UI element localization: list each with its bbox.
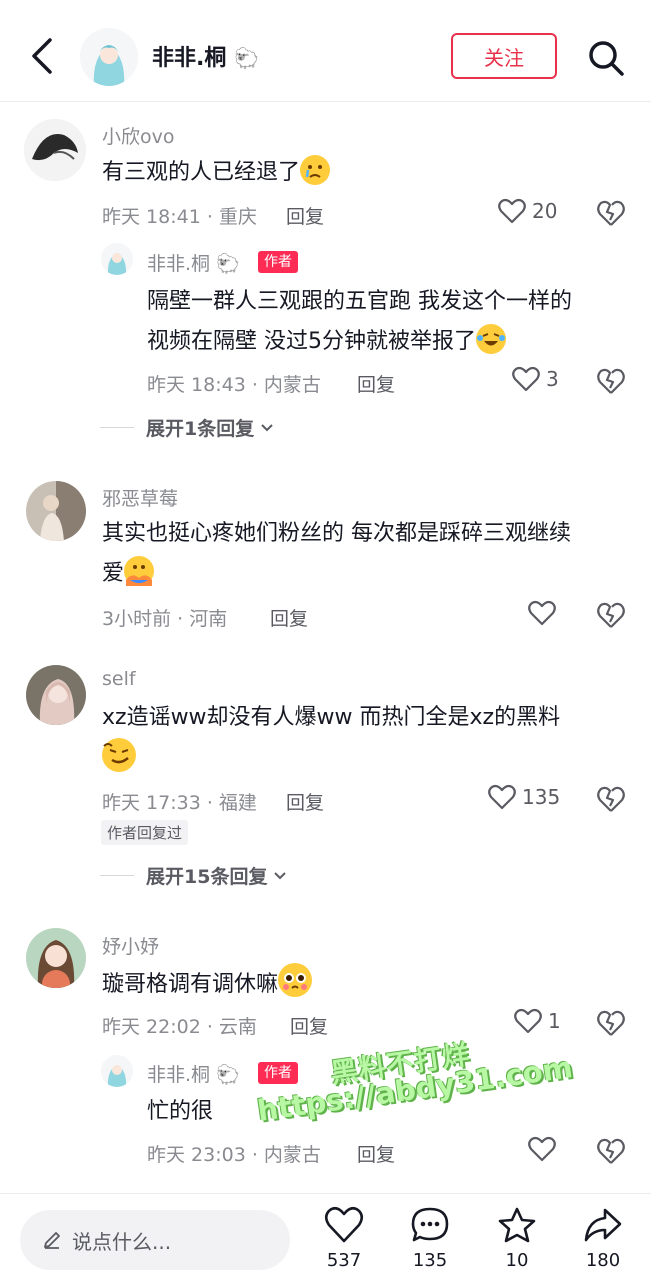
comment-item: 邪恶草莓 其实也挺心疼她们粉丝的 每次都是踩碎三观继续 爱 3小时前 · 河南 … [0, 468, 651, 648]
dislike-icon[interactable] [596, 600, 626, 630]
comment-item: 妤小妤 璇哥格调有调休嘛 昨天 22:02 · 云南 回复 1 非非.桐 🐑 作… [0, 916, 651, 1186]
bottom-action-bar: 说点什么... 537 135 10 180 [0, 1193, 651, 1280]
comment-username[interactable]: 小欣ovo [102, 122, 175, 149]
comment-username[interactable]: self [102, 668, 136, 690]
author-tag: 作者 [258, 1062, 298, 1084]
like-button[interactable] [528, 600, 562, 626]
laughing-crying-face-icon [476, 324, 506, 354]
comment-text: xz造谣ww却没有人爆ww 而热门全是xz的黑料 [102, 698, 560, 780]
author-tag: 作者 [258, 251, 298, 273]
back-arrow-icon[interactable] [26, 36, 60, 76]
favorite-count: 10 [505, 1250, 529, 1271]
commenter-avatar[interactable] [26, 928, 86, 988]
dislike-icon[interactable] [596, 366, 626, 396]
star-icon [498, 1207, 536, 1243]
comment-text: 璇哥格调有调休嘛 [102, 963, 313, 1005]
reply-button[interactable]: 回复 [270, 604, 308, 631]
comment-count: 135 [412, 1250, 448, 1271]
sheep-emoji-icon: 🐑 [216, 253, 240, 275]
comment-bubble-icon [411, 1207, 449, 1242]
dislike-icon[interactable] [596, 784, 626, 814]
hugging-face-icon [124, 556, 155, 586]
author-replied-tag: 作者回复过 [101, 820, 189, 845]
follow-button[interactable]: 关注 [451, 33, 557, 79]
like-count: 20 [532, 199, 558, 223]
reply-avatar[interactable] [101, 1055, 133, 1087]
pencil-icon [44, 1232, 60, 1249]
dislike-icon[interactable] [596, 1008, 626, 1038]
heart-icon [528, 600, 556, 626]
reply-avatar[interactable] [101, 243, 133, 275]
like-button[interactable] [528, 1136, 562, 1162]
comment-item: self xz造谣ww却没有人爆ww 而热门全是xz的黑料 昨天 17:33 ·… [0, 652, 651, 912]
reply-button[interactable]: 回复 [357, 1140, 395, 1167]
heart-icon [488, 784, 516, 810]
comment-username[interactable]: 妤小妤 [102, 932, 159, 959]
comment-action[interactable]: 135 [400, 1206, 460, 1271]
smirk-face-icon [102, 738, 136, 772]
expand-replies-label: 展开1条回复 [146, 418, 255, 440]
like-button[interactable]: 3 [512, 366, 559, 392]
comment-text: 其实也挺心疼她们粉丝的 每次都是踩碎三观继续 爱 [102, 521, 571, 586]
top-bar: 非非.桐 🐑 关注 [0, 0, 651, 102]
like-count: 1 [548, 1009, 561, 1033]
crying-face-icon [300, 155, 331, 185]
expand-replies-label: 展开15条回复 [146, 866, 268, 888]
comment-username[interactable]: 邪恶草莓 [102, 484, 178, 511]
reply-button[interactable]: 回复 [357, 370, 395, 397]
comment-meta: 3小时前 · 河南 [102, 608, 228, 630]
expand-divider [100, 875, 134, 876]
like-count: 135 [522, 785, 561, 809]
reply-button[interactable]: 回复 [290, 1012, 328, 1039]
heart-icon [498, 198, 526, 224]
like-button[interactable]: 1 [514, 1008, 561, 1034]
reply-username[interactable]: 非非.桐 🐑 [147, 1060, 240, 1087]
like-count: 537 [326, 1250, 362, 1271]
comment-text: 有三观的人已经退了 [102, 153, 331, 193]
author-name[interactable]: 非非.桐 🐑 [152, 40, 259, 72]
commenter-avatar[interactable] [26, 665, 86, 725]
share-action[interactable]: 180 [573, 1206, 633, 1271]
chevron-down-icon [274, 871, 287, 879]
comment-meta: 昨天 17:33 · 福建 [102, 792, 257, 814]
reply-username[interactable]: 非非.桐 🐑 [147, 249, 240, 276]
sheep-emoji-icon: 🐑 [234, 46, 259, 70]
heart-icon [512, 366, 540, 392]
expand-replies-button[interactable]: 展开15条回复 [100, 862, 289, 889]
dislike-icon[interactable] [596, 198, 626, 228]
search-icon[interactable] [586, 38, 626, 78]
comment-input[interactable]: 说点什么... [20, 1210, 290, 1270]
share-arrow-icon [584, 1208, 622, 1242]
expand-replies-button[interactable]: 展开1条回复 [100, 414, 276, 441]
like-button[interactable]: 20 [498, 198, 557, 224]
pleading-face-icon [278, 963, 313, 997]
sheep-emoji-icon: 🐑 [216, 1064, 240, 1086]
reply-meta: 昨天 18:43 · 内蒙古 [147, 374, 321, 396]
comment-input-placeholder: 说点什么... [72, 1229, 172, 1254]
reply-text: 隔壁一群人三观跟的五官跑 我发这个一样的 视频在隔壁 没过5分钟就被举报了 [147, 289, 572, 354]
like-button[interactable]: 135 [488, 784, 560, 810]
chevron-down-icon [261, 423, 273, 431]
heart-icon [514, 1008, 542, 1034]
reply-button[interactable]: 回复 [286, 788, 324, 815]
reply-meta: 昨天 23:03 · 内蒙古 [147, 1144, 321, 1166]
commenter-avatar[interactable] [24, 119, 86, 181]
comment-meta: 昨天 22:02 · 云南 [102, 1016, 257, 1038]
like-count: 3 [546, 367, 559, 391]
share-count: 180 [585, 1250, 621, 1271]
commenter-avatar[interactable] [26, 481, 86, 541]
dislike-icon[interactable] [596, 1136, 626, 1166]
expand-divider [100, 427, 134, 428]
favorite-action[interactable]: 10 [487, 1206, 547, 1271]
heart-icon [528, 1136, 556, 1162]
author-avatar[interactable] [80, 28, 138, 86]
comment-item: 小欣ovo 有三观的人已经退了 昨天 18:41 · 重庆 回复 20 非非.桐… [0, 102, 651, 462]
comment-meta: 昨天 18:41 · 重庆 [102, 206, 257, 228]
reply-text: 忙的很 [147, 1099, 214, 1124]
like-action[interactable]: 537 [314, 1206, 374, 1271]
reply-button[interactable]: 回复 [286, 202, 324, 229]
heart-icon [324, 1206, 364, 1243]
